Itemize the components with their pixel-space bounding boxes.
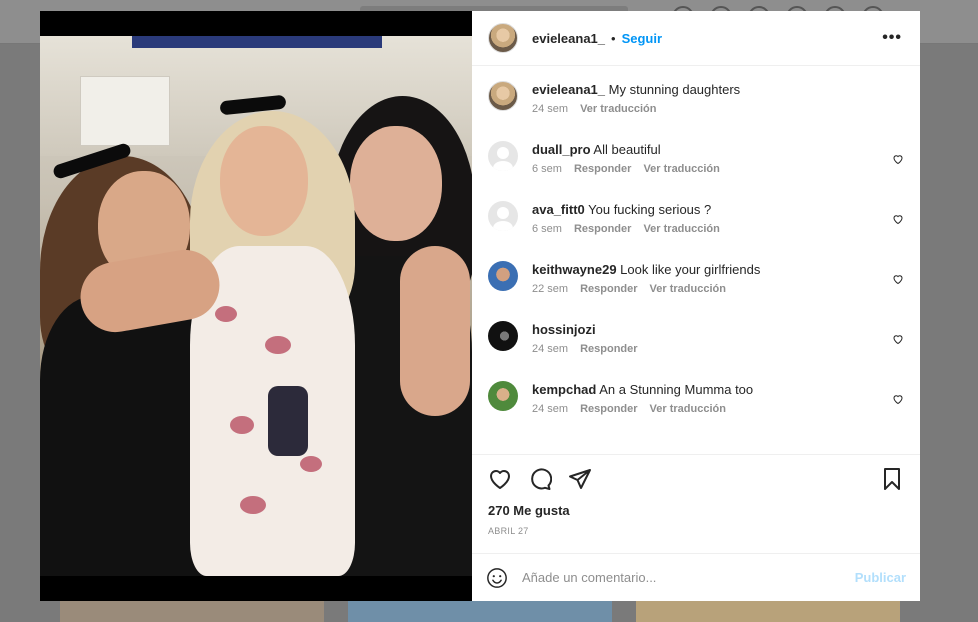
author-username[interactable]: evieleana1_ — [532, 31, 605, 46]
author-avatar[interactable] — [488, 23, 518, 53]
reply-button[interactable]: Responder — [580, 283, 637, 295]
post-side-panel: evieleana1_ • Seguir ••• evieleana1_ My … — [472, 11, 920, 601]
post-date[interactable]: ABRIL 27 — [488, 526, 904, 536]
comment-item: keithwayne29 Look like your girlfriends … — [488, 247, 904, 307]
background-thumbnail — [348, 600, 612, 622]
post-modal: evieleana1_ • Seguir ••• evieleana1_ My … — [40, 11, 920, 601]
caption-time[interactable]: 24 sem — [532, 103, 568, 115]
reply-button[interactable]: Responder — [574, 163, 631, 175]
comment-time[interactable]: 6 sem — [532, 163, 562, 175]
dress-flower — [215, 306, 237, 322]
like-comment-heart-icon[interactable] — [892, 273, 904, 285]
dress-flower — [230, 416, 254, 434]
reply-button[interactable]: Responder — [580, 403, 637, 415]
background-thumbnail — [636, 600, 900, 622]
comment-time[interactable]: 22 sem — [532, 283, 568, 295]
reply-button[interactable]: Responder — [574, 223, 631, 235]
translate-link[interactable]: Ver traducción — [650, 403, 726, 415]
background-thumbnail — [60, 600, 324, 622]
share-paper-plane-icon[interactable] — [568, 467, 592, 491]
comments-list[interactable]: evieleana1_ My stunning daughters 24 sem… — [472, 67, 920, 453]
person-right-face — [350, 126, 442, 241]
dress-flower — [300, 456, 322, 472]
add-comment-input[interactable] — [522, 570, 855, 585]
more-options-icon[interactable]: ••• — [882, 29, 902, 47]
post-photo[interactable] — [40, 11, 472, 601]
commenter-avatar[interactable] — [488, 381, 518, 411]
comment-text: You fucking serious ? — [588, 202, 712, 217]
translate-link[interactable]: Ver traducción — [643, 163, 719, 175]
save-bookmark-icon[interactable] — [880, 467, 904, 491]
post-header: evieleana1_ • Seguir ••• — [472, 11, 920, 66]
caption-username[interactable]: evieleana1_ — [532, 82, 605, 97]
comment-time[interactable]: 24 sem — [532, 403, 568, 415]
separator-dot: • — [611, 30, 616, 46]
comment-time[interactable]: 24 sem — [532, 343, 568, 355]
bottle — [268, 386, 308, 456]
comment-username[interactable]: duall_pro — [532, 142, 591, 157]
caption-text: My stunning daughters — [608, 82, 741, 97]
comment-text: An a Stunning Mumma too — [599, 382, 754, 397]
translate-link[interactable]: Ver traducción — [650, 283, 726, 295]
commenter-avatar[interactable] — [488, 321, 518, 351]
action-icons — [488, 467, 904, 491]
like-comment-heart-icon[interactable] — [892, 333, 904, 345]
comment-bubble-icon[interactable] — [528, 467, 552, 491]
person-center-face — [220, 126, 308, 236]
commenter-avatar[interactable] — [488, 141, 518, 171]
caption-translate-link[interactable]: Ver traducción — [580, 103, 656, 115]
comment-item: ava_fitt0 You fucking serious ? 6 sem Re… — [488, 187, 904, 247]
emoji-icon[interactable] — [486, 567, 508, 589]
dress-flower — [240, 496, 266, 514]
wall-sign — [132, 36, 382, 48]
comment-item: duall_pro All beautiful 6 sem Responder … — [488, 127, 904, 187]
comment-text: All beautiful — [593, 142, 661, 157]
caption: evieleana1_ My stunning daughters 24 sem… — [488, 67, 904, 127]
dress-flower — [265, 336, 291, 354]
person-right-arm — [400, 246, 470, 416]
post-actions: 270 Me gusta ABRIL 27 — [472, 454, 920, 552]
comment-username[interactable]: kempchad — [532, 382, 596, 397]
publish-button[interactable]: Publicar — [855, 570, 906, 585]
comment-text: Look like your girlfriends — [620, 262, 761, 277]
like-count[interactable]: 270 Me gusta — [488, 503, 904, 518]
like-comment-heart-icon[interactable] — [892, 393, 904, 405]
add-comment-bar: Publicar — [472, 553, 920, 601]
comment-username[interactable]: hossinjozi — [532, 322, 596, 337]
translate-link[interactable]: Ver traducción — [643, 223, 719, 235]
comment-time[interactable]: 6 sem — [532, 223, 562, 235]
commenter-avatar[interactable] — [488, 261, 518, 291]
follow-button[interactable]: Seguir — [622, 31, 662, 46]
photo-scene — [40, 36, 472, 576]
comment-username[interactable]: ava_fitt0 — [532, 202, 585, 217]
shelf — [80, 76, 170, 146]
reply-button[interactable]: Responder — [580, 343, 637, 355]
like-comment-heart-icon[interactable] — [892, 153, 904, 165]
commenter-avatar[interactable] — [488, 201, 518, 231]
comment-item: hossinjozi 24 sem Responder — [488, 307, 904, 367]
comment-username[interactable]: keithwayne29 — [532, 262, 617, 277]
like-comment-heart-icon[interactable] — [892, 213, 904, 225]
like-heart-icon[interactable] — [488, 467, 512, 491]
caption-author-avatar[interactable] — [488, 81, 518, 111]
comment-item: kempchad An a Stunning Mumma too 24 sem … — [488, 367, 904, 427]
